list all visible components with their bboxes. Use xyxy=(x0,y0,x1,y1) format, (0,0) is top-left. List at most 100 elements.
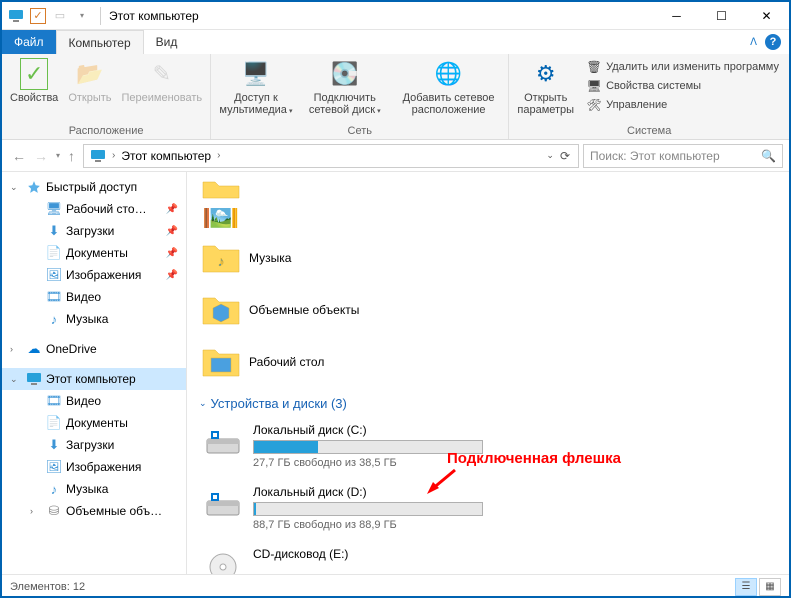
open-settings-button[interactable]: ⚙ Открыть параметры xyxy=(513,56,578,118)
sidebar-quick-item[interactable]: 🖥Рабочий сто…📌 xyxy=(2,198,186,220)
statusbar: Элементов: 12 ☰ ▦ xyxy=(2,574,789,598)
drive-icon xyxy=(201,423,245,463)
drive-icon xyxy=(201,485,245,525)
desktop-icon: 🖥 xyxy=(46,201,62,217)
sidebar-thispc-item[interactable]: ♪Музыка xyxy=(2,478,186,500)
close-button[interactable]: ✕ xyxy=(744,2,789,30)
sidebar-quick-item[interactable]: ⬇Загрузки📌 xyxy=(2,220,186,242)
tab-computer[interactable]: Компьютер xyxy=(56,30,144,54)
search-icon: 🔍 xyxy=(761,149,776,163)
svg-text:♪: ♪ xyxy=(218,253,225,269)
status-item-count: Элементов: 12 xyxy=(10,581,85,593)
sidebar-quick-item[interactable]: 🎞Видео xyxy=(2,286,186,308)
storage-bar xyxy=(253,502,483,516)
drive-item[interactable]: Локальный диск (C:)27,7 ГБ свободно из 3… xyxy=(197,417,487,475)
collapse-ribbon-icon[interactable]: ᐱ xyxy=(750,37,757,48)
pictures-icon: 🖼 xyxy=(46,459,62,475)
drive-icon: ⛁ xyxy=(46,503,62,519)
new-folder-icon[interactable]: ▭ xyxy=(52,8,68,24)
tab-file[interactable]: Файл xyxy=(2,30,56,54)
search-input[interactable]: Поиск: Этот компьютер 🔍 xyxy=(583,144,783,168)
pc-icon xyxy=(26,371,42,387)
add-network-location-button[interactable]: 🌐 Добавить сетевое расположение xyxy=(393,56,505,118)
sidebar-thispc-item[interactable]: 🖼Изображения xyxy=(2,456,186,478)
content-pane: 🖼️ ♪ Музыка Объемные объекты Рабочий сто… xyxy=(187,172,789,574)
3d-folder-icon xyxy=(201,290,241,330)
chevron-right-icon[interactable]: › xyxy=(215,150,222,161)
downloads-icon: ⬇ xyxy=(46,223,62,239)
chevron-right-icon[interactable]: › xyxy=(110,150,117,161)
titlebar: ✓ ▭ ▾ Этот компьютер ─ ☐ ✕ xyxy=(2,2,789,30)
nav-back-button[interactable]: ← xyxy=(12,148,26,164)
sidebar-quick-item[interactable]: 🖼Изображения📌 xyxy=(2,264,186,286)
view-details-button[interactable]: ☰ xyxy=(735,578,757,596)
pin-icon: 📌 xyxy=(166,248,178,259)
media-access-button[interactable]: 🖥️ Доступ к мультимедиа▾ xyxy=(215,56,297,118)
nav-up-button[interactable]: ↑ xyxy=(68,148,75,164)
pin-icon: 📌 xyxy=(166,204,178,215)
pictures-folder-icon: 🖼️ xyxy=(201,208,241,228)
storage-bar xyxy=(253,440,483,454)
sidebar-onedrive[interactable]: › ☁ OneDrive xyxy=(2,338,186,360)
chevron-right-icon[interactable]: › xyxy=(10,344,22,354)
sidebar-quick-access[interactable]: ⌄ Быстрый доступ xyxy=(2,176,186,198)
nav-recent-button[interactable]: ▾ xyxy=(56,151,60,160)
sidebar-quick-item[interactable]: 📄Документы📌 xyxy=(2,242,186,264)
folder-desktop[interactable]: Рабочий стол xyxy=(197,338,487,386)
chevron-down-icon: ⌄ xyxy=(199,398,207,409)
sidebar: ⌄ Быстрый доступ 🖥Рабочий сто…📌⬇Загрузки… xyxy=(2,172,187,574)
folder-item[interactable] xyxy=(197,178,487,202)
video-icon: 🎞 xyxy=(46,289,62,305)
drive-item[interactable]: Локальный диск (D:)88,7 ГБ свободно из 8… xyxy=(197,479,487,537)
minimize-button[interactable]: ─ xyxy=(654,2,699,30)
ribbon: ✓ Свойства 📂 Открыть ✎ Переименовать Рас… xyxy=(2,54,789,140)
folder-3d-objects[interactable]: Объемные объекты xyxy=(197,286,487,334)
section-drives[interactable]: ⌄ Устройства и диски (3) xyxy=(195,388,781,415)
breadcrumb-dropdown-icon[interactable]: ⌄ xyxy=(546,150,554,161)
pin-icon: 📌 xyxy=(166,226,178,237)
ribbon-tabs: Файл Компьютер Вид ᐱ ? xyxy=(2,30,789,54)
chevron-down-icon[interactable]: ⌄ xyxy=(10,374,22,385)
desktop-folder-icon xyxy=(201,342,241,382)
pc-icon xyxy=(8,8,24,24)
folder-music[interactable]: ♪ Музыка xyxy=(197,234,487,282)
sidebar-thispc-item[interactable]: 📄Документы xyxy=(2,412,186,434)
manage-button[interactable]: 🛠Управление xyxy=(582,96,783,114)
rename-button[interactable]: ✎ Переименовать xyxy=(118,56,207,106)
documents-icon: 📄 xyxy=(46,245,62,261)
refresh-icon[interactable]: ⟳ xyxy=(560,149,570,163)
folder-item[interactable]: 🖼️ xyxy=(197,206,487,230)
pc-icon xyxy=(90,149,106,163)
nav-forward-button[interactable]: → xyxy=(34,148,48,164)
qat-dropdown-icon[interactable]: ▾ xyxy=(74,8,90,24)
address-bar: ← → ▾ ↑ › Этот компьютер › ⌄ ⟳ Поиск: Эт… xyxy=(2,140,789,172)
sidebar-this-pc[interactable]: ⌄ Этот компьютер xyxy=(2,368,186,390)
sidebar-quick-item[interactable]: ♪Музыка xyxy=(2,308,186,330)
pin-icon: 📌 xyxy=(166,270,178,281)
sidebar-thispc-item[interactable]: 🎞Видео xyxy=(2,390,186,412)
properties-button[interactable]: ✓ Свойства xyxy=(6,56,62,106)
breadcrumb[interactable]: › Этот компьютер › ⌄ ⟳ xyxy=(83,144,579,168)
sidebar-thispc-item[interactable]: ›⛁Объемные объ… xyxy=(2,500,186,522)
view-icons-button[interactable]: ▦ xyxy=(759,578,781,596)
chevron-down-icon[interactable]: ⌄ xyxy=(10,182,22,193)
sidebar-thispc-item[interactable]: ⬇Загрузки xyxy=(2,434,186,456)
music-icon: ♪ xyxy=(46,311,62,327)
system-properties-button[interactable]: 🖥Свойства системы xyxy=(582,77,783,95)
downloads-icon: ⬇ xyxy=(46,437,62,453)
maximize-button[interactable]: ☐ xyxy=(699,2,744,30)
drive-item[interactable]: CD-дисковод (E:) xyxy=(197,541,487,574)
drive-icon xyxy=(201,547,245,574)
map-drive-button[interactable]: 💽 Подключить сетевой диск▾ xyxy=(299,56,391,118)
help-icon[interactable]: ? xyxy=(765,34,781,50)
open-button[interactable]: 📂 Открыть xyxy=(64,56,115,106)
pictures-icon: 🖼 xyxy=(46,267,62,283)
uninstall-program-button[interactable]: 🗑Удалить или изменить программу xyxy=(582,58,783,76)
quick-access-toolbar: ✓ ▭ ▾ xyxy=(2,8,96,24)
checkbox-icon[interactable]: ✓ xyxy=(30,8,46,24)
tab-view[interactable]: Вид xyxy=(144,30,190,54)
folder-icon xyxy=(201,180,241,200)
music-icon: ♪ xyxy=(46,481,62,497)
window-title: Этот компьютер xyxy=(109,9,199,23)
breadcrumb-root[interactable]: Этот компьютер xyxy=(117,149,215,163)
